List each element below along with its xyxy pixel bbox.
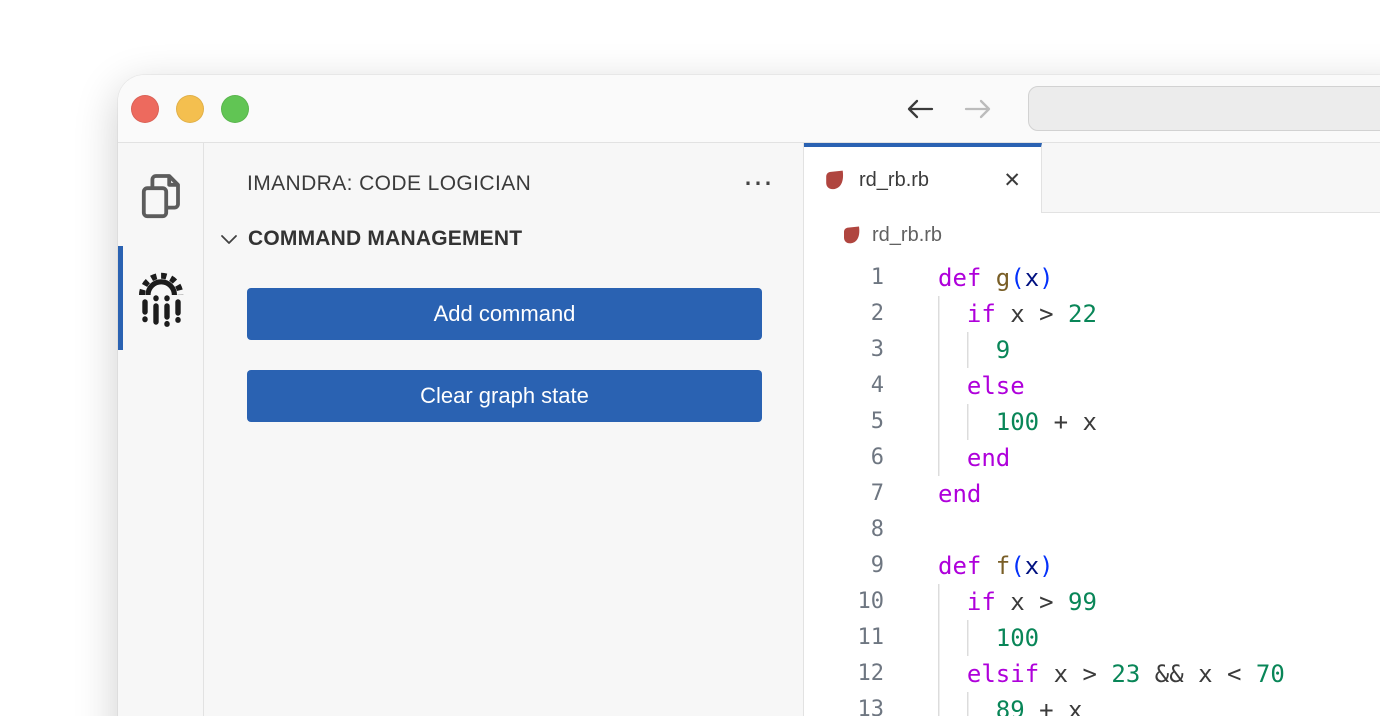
code-text: elsif x > 23 && x < 70	[938, 656, 1285, 692]
code-text: def g(x)	[938, 260, 1054, 296]
line-number: 13	[804, 692, 884, 716]
minimize-window-button[interactable]	[176, 95, 204, 123]
code-text: end	[938, 476, 981, 512]
history-nav	[904, 96, 994, 122]
activity-item-explorer[interactable]	[118, 153, 204, 238]
line-number: 2	[804, 296, 884, 332]
code-line[interactable]: 39	[804, 332, 1380, 368]
files-icon	[137, 171, 185, 221]
tab-label: rd_rb.rb	[859, 169, 929, 192]
indent-guide	[938, 440, 967, 476]
line-number: 11	[804, 620, 884, 656]
code-line[interactable]: 11 100	[804, 620, 1380, 656]
indent-guide	[967, 620, 996, 656]
line-number: 6	[804, 440, 884, 476]
indent-guide	[938, 584, 967, 620]
section-label: COMMAND MANAGEMENT	[248, 227, 522, 251]
editor-group: rd_rb.rb ✕ rd_rb.rb 1def g(x)2if x > 223…	[804, 143, 1380, 716]
clear-graph-state-button[interactable]: Clear graph state	[247, 370, 762, 422]
code-line[interactable]: 13 89 + x	[804, 692, 1380, 716]
code-text: def f(x)	[938, 548, 1054, 584]
code-line[interactable]: 6 end	[804, 440, 1380, 476]
line-number: 7	[804, 476, 884, 512]
add-command-button[interactable]: Add command	[247, 288, 762, 340]
arrow-right-icon	[962, 96, 994, 122]
titlebar	[118, 75, 1380, 143]
code-area[interactable]: 1def g(x)2if x > 22394else5100 + x6end7e…	[804, 257, 1380, 716]
indent-guide	[938, 620, 967, 656]
indent-guide	[967, 692, 996, 716]
activity-item-imandra[interactable]	[118, 238, 204, 358]
indent-guide	[938, 296, 967, 332]
activity-bar	[118, 143, 204, 716]
code-line[interactable]: 10 if x > 99	[804, 584, 1380, 620]
line-number: 10	[804, 584, 884, 620]
main-area: IMANDRA: CODE LOGICIAN ⋯ COMMAND MANAGEM…	[118, 143, 1380, 716]
line-number: 4	[804, 368, 884, 404]
code-line[interactable]: 2 if x > 22	[804, 296, 1380, 332]
active-item-indicator	[118, 246, 123, 350]
panel-title: IMANDRA: CODE LOGICIAN	[247, 172, 531, 196]
code-line[interactable]: 9 def f(x)	[804, 548, 1380, 584]
indent-guide	[967, 332, 996, 368]
search-input[interactable]	[1028, 86, 1380, 131]
close-window-button[interactable]	[131, 95, 159, 123]
code-text: if x > 22	[938, 296, 1097, 332]
more-actions-button[interactable]: ⋯	[743, 174, 773, 194]
panel-buttons: Add command Clear graph state	[204, 288, 803, 422]
code-text: if x > 99	[938, 584, 1097, 620]
breadcrumb-item-filename: rd_rb.rb	[872, 224, 942, 247]
code-text: end	[938, 440, 1010, 476]
indent-guide	[938, 332, 967, 368]
gear-rain-icon	[134, 269, 188, 327]
code-text: else	[938, 368, 1025, 404]
indent-guide	[938, 692, 967, 716]
forward-button[interactable]	[962, 96, 994, 122]
ruby-gem-icon	[842, 225, 862, 245]
code-text: 100	[938, 620, 1039, 656]
code-text: 89 + x	[938, 692, 1082, 716]
desktop-background: IMANDRA: CODE LOGICIAN ⋯ COMMAND MANAGEM…	[0, 0, 1380, 716]
close-tab-icon[interactable]: ✕	[1003, 168, 1021, 193]
code-line[interactable]: 8	[804, 512, 1380, 548]
zoom-window-button[interactable]	[221, 95, 249, 123]
breadcrumb[interactable]: rd_rb.rb	[804, 213, 1380, 257]
line-number: 9	[804, 548, 884, 584]
code-text: 100 + x	[938, 404, 1097, 440]
line-number: 3	[804, 332, 884, 368]
code-text: 9	[938, 332, 1010, 368]
arrow-left-icon	[904, 96, 936, 122]
line-number: 8	[804, 512, 884, 548]
tab-bar: rd_rb.rb ✕	[804, 143, 1380, 213]
chevron-down-icon	[218, 228, 240, 250]
line-number: 12	[804, 656, 884, 692]
traffic-lights	[131, 95, 249, 123]
indent-guide	[938, 404, 967, 440]
line-number: 5	[804, 404, 884, 440]
code-line[interactable]: 5 100 + x	[804, 404, 1380, 440]
panel-header: IMANDRA: CODE LOGICIAN ⋯	[204, 161, 803, 207]
code-line[interactable]: 12 elsif x > 23 && x < 70	[804, 656, 1380, 692]
indent-guide	[967, 404, 996, 440]
side-panel: IMANDRA: CODE LOGICIAN ⋯ COMMAND MANAGEM…	[204, 143, 804, 716]
vscode-window: IMANDRA: CODE LOGICIAN ⋯ COMMAND MANAGEM…	[118, 75, 1380, 716]
indent-guide	[938, 656, 967, 692]
indent-guide	[938, 368, 967, 404]
code-line[interactable]: 4 else	[804, 368, 1380, 404]
back-button[interactable]	[904, 96, 936, 122]
code-line[interactable]: 7 end	[804, 476, 1380, 512]
tab-rd-rb[interactable]: rd_rb.rb ✕	[804, 143, 1042, 213]
line-number: 1	[804, 260, 884, 296]
code-line[interactable]: 1 def g(x)	[804, 260, 1380, 296]
section-header-command-management[interactable]: COMMAND MANAGEMENT	[204, 219, 803, 259]
ruby-gem-icon	[824, 169, 846, 191]
